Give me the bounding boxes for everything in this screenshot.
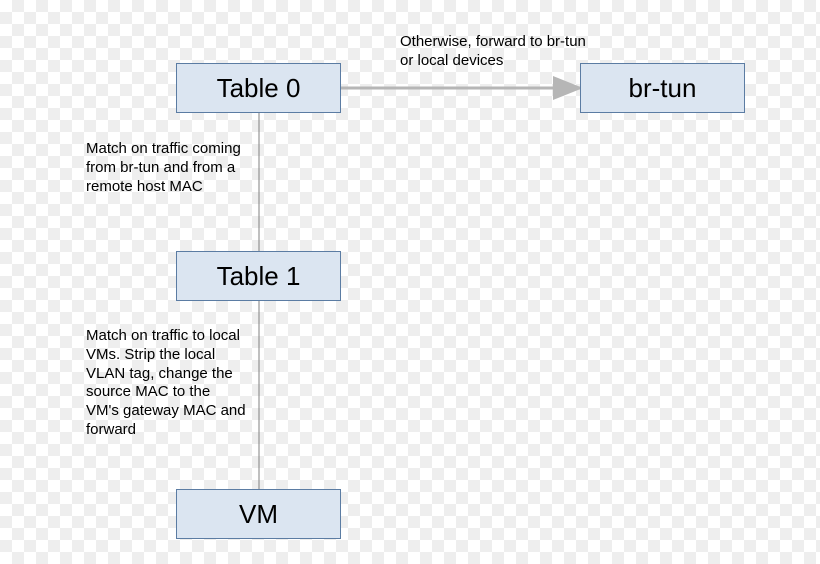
- edge-label-otherwise: Otherwise, forward to br-tun or local de…: [400, 33, 590, 71]
- node-vm-label: VM: [239, 499, 278, 530]
- node-vm: VM: [176, 489, 341, 539]
- node-brtun-label: br-tun: [629, 73, 697, 104]
- edge-label-match-brtun: Match on traffic coming from br-tun and …: [86, 140, 246, 196]
- node-table1: Table 1: [176, 251, 341, 301]
- node-table0-label: Table 0: [217, 73, 301, 104]
- node-table1-label: Table 1: [217, 261, 301, 292]
- edge-label-match-local: Match on traffic to local VMs. Strip the…: [86, 327, 246, 440]
- node-table0: Table 0: [176, 63, 341, 113]
- node-brtun: br-tun: [580, 63, 745, 113]
